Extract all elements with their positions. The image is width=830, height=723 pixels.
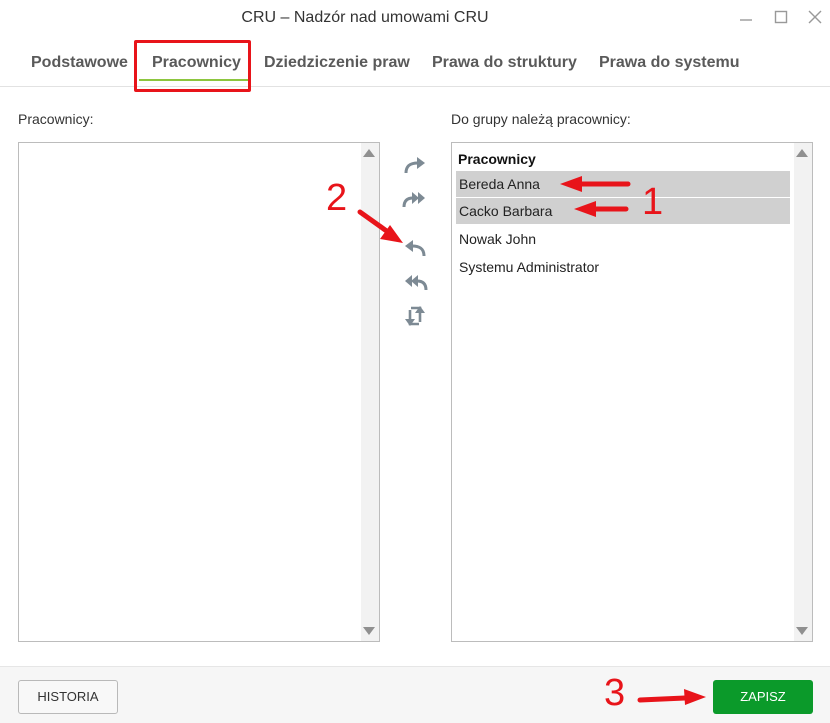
- annotation-arrows: [357, 176, 706, 705]
- annotation-arrow-icon: [637, 689, 706, 705]
- annotation-arrow-icon: [574, 201, 629, 217]
- annotation-arrow-icon: [357, 209, 403, 243]
- annotation-arrow-icon: [560, 176, 631, 192]
